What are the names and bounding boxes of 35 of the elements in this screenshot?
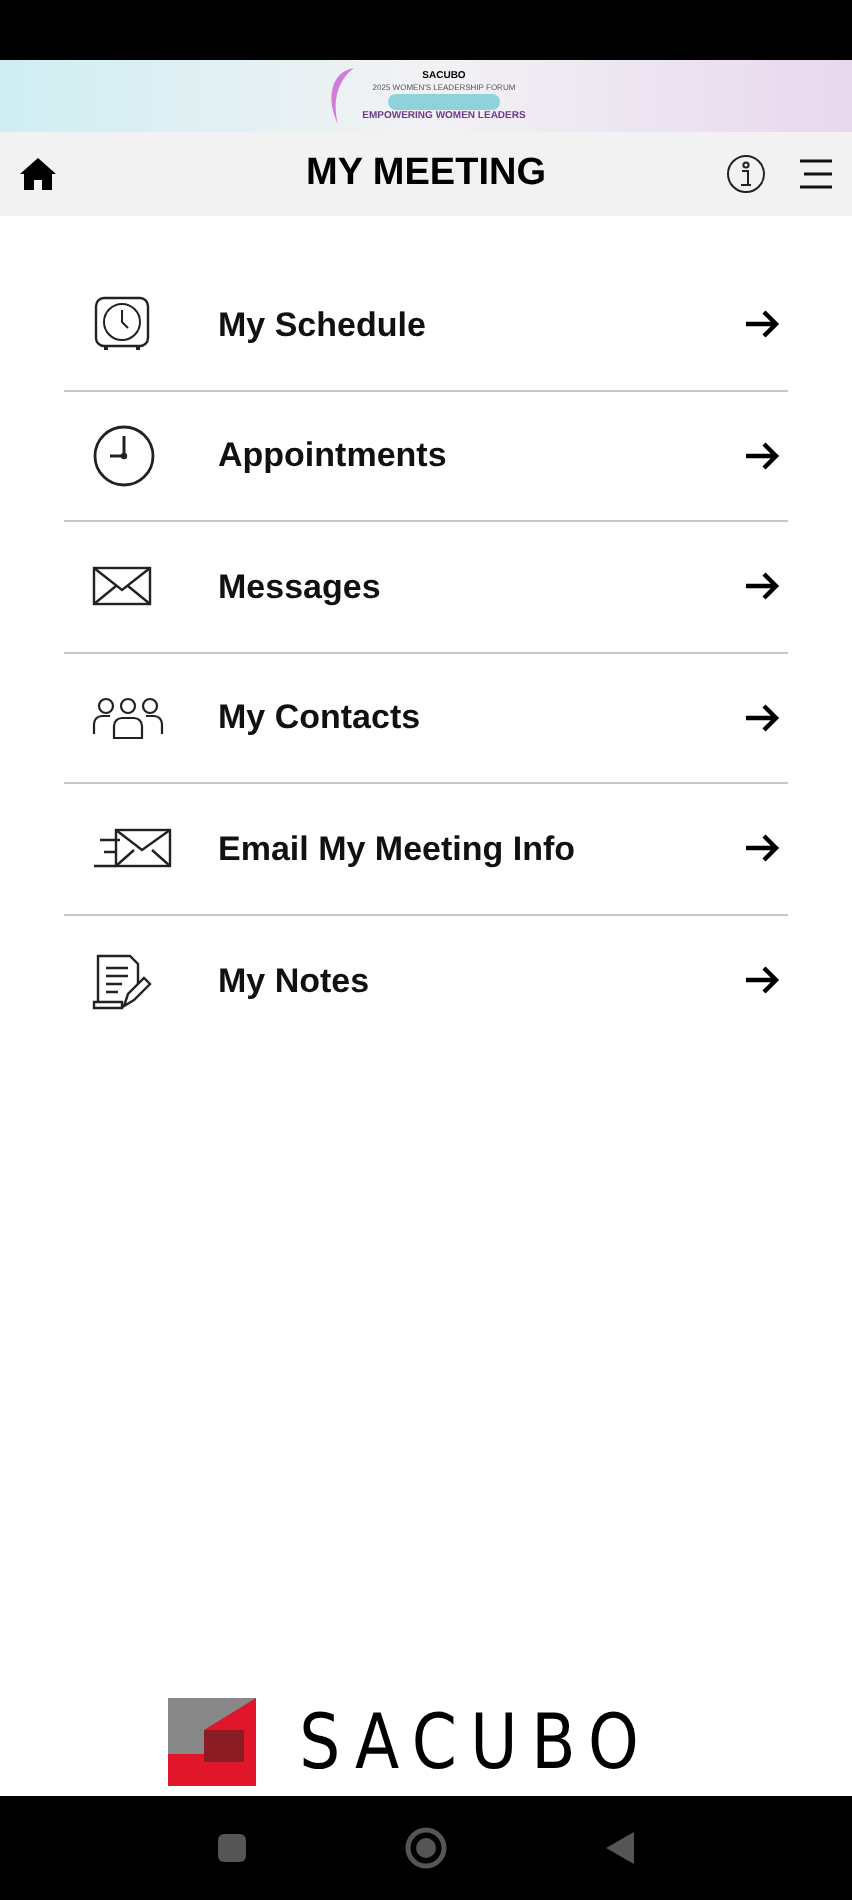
arrow-right-icon	[746, 572, 780, 601]
title-artwork	[387, 93, 500, 109]
arrow-right-icon	[746, 441, 780, 470]
page-title: MY MEETING	[304, 149, 548, 198]
home-icon[interactable]	[18, 156, 58, 192]
menu-icon[interactable]	[798, 158, 834, 190]
logo-icon	[168, 1698, 257, 1786]
back-icon[interactable]	[604, 1830, 636, 1866]
menu-item-label: Email My Meeting Info	[218, 827, 576, 872]
sending-envelope-icon	[92, 826, 172, 871]
arrow-right-icon	[746, 966, 780, 995]
swoosh-icon	[326, 64, 359, 128]
envelope-icon	[92, 566, 152, 607]
logo-text: SACUBO	[299, 1704, 653, 1780]
alarm-clock-icon	[92, 294, 152, 355]
menu-item-label: My Contacts	[218, 696, 421, 740]
menu-item[interactable]: Messages	[64, 522, 788, 653]
info-icon[interactable]	[726, 154, 766, 194]
menu-item-label: My Schedule	[218, 303, 426, 347]
menu-item[interactable]: Email My Meeting Info	[64, 784, 788, 915]
menu-item-label: My Notes	[218, 959, 370, 1003]
home-button-icon[interactable]	[404, 1826, 448, 1870]
people-icon	[92, 695, 164, 740]
menu-item[interactable]: Appointments	[64, 391, 788, 522]
menu-item[interactable]: My Notes	[64, 915, 788, 1046]
arrow-right-icon	[746, 703, 780, 732]
menu-item[interactable]: My Contacts	[64, 653, 788, 784]
menu-item-label: Messages	[218, 565, 381, 610]
recent-apps-icon[interactable]	[216, 1832, 248, 1864]
menu-item[interactable]: My Schedule	[64, 260, 788, 391]
arrow-right-icon	[746, 310, 780, 339]
arrow-right-icon	[746, 834, 780, 863]
menu-item-label: Appointments	[218, 434, 447, 478]
clock-icon	[92, 423, 156, 488]
document-pen-icon	[92, 950, 152, 1011]
